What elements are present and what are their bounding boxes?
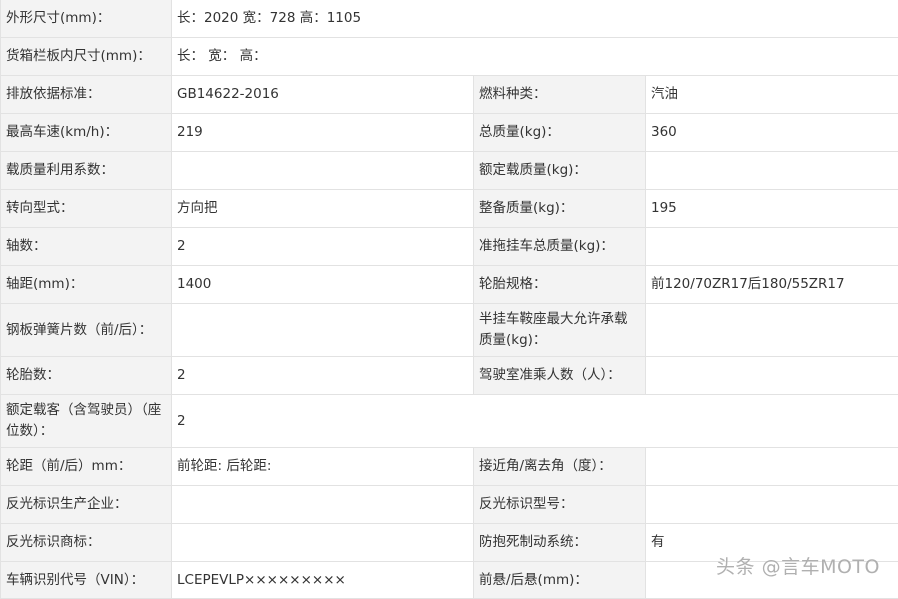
label-cell: 额定载质量(kg)： [473, 151, 646, 190]
value-cell: 195 [644, 189, 898, 228]
label-cell: 反光标识商标： [0, 523, 172, 562]
table-row: 轮距（前/后）mm： 前轮距: 后轮距: 接近角/离去角（度）： [0, 447, 898, 486]
label-cell: 转向型式： [0, 189, 172, 228]
label-cell: 最高车速(km/h)： [0, 113, 172, 152]
table-row: 转向型式： 方向把 整备质量(kg)： 195 [0, 189, 898, 228]
label-cell: 总质量(kg)： [473, 113, 646, 152]
value-cell: 前120/70ZR17后180/55ZR17 [644, 265, 898, 304]
value-cell: 2 [171, 227, 474, 266]
value-cell: 2 [171, 356, 474, 395]
label-cell: 钢板弹簧片数（前/后）： [0, 303, 172, 357]
value-cell [171, 485, 474, 524]
value-cell [644, 303, 898, 357]
value-cell: 长： 宽： 高： [170, 37, 898, 76]
table-row: 载质量利用系数： 额定载质量(kg)： [0, 151, 898, 190]
value-cell: 前轮距: 后轮距: [171, 447, 474, 486]
label-cell: 整备质量(kg)： [473, 189, 646, 228]
value-cell [644, 151, 898, 190]
table-row: 轮胎数： 2 驾驶室准乘人数（人）： [0, 356, 898, 395]
label-cell: 轴距(mm)： [0, 265, 172, 304]
label-cell: 反光标识型号： [473, 485, 646, 524]
table-row: 货箱栏板内尺寸(mm)： 长： 宽： 高： [0, 37, 898, 76]
value-cell [644, 447, 898, 486]
label-cell: 轮距（前/后）mm： [0, 447, 172, 486]
label-cell: 防抱死制动系统： [473, 523, 646, 562]
value-cell [644, 227, 898, 266]
label-cell: 货箱栏板内尺寸(mm)： [0, 37, 172, 76]
label-cell: 额定载客（含驾驶员）（座位数）： [0, 394, 172, 448]
table-row: 外形尺寸(mm)： 长：2020 宽：728 高：1105 [0, 0, 898, 38]
label-cell: 载质量利用系数： [0, 151, 172, 190]
value-cell: 长：2020 宽：728 高：1105 [170, 0, 898, 38]
label-cell: 前悬/后悬(mm)： [473, 561, 646, 599]
label-cell: 轮胎数： [0, 356, 172, 395]
value-cell: 360 [644, 113, 898, 152]
value-cell: 219 [171, 113, 474, 152]
value-cell: LCEPEVLP××××××××× [171, 561, 474, 599]
table-row: 排放依据标准： GB14622-2016 燃料种类： 汽油 [0, 75, 898, 114]
value-cell: GB14622-2016 [171, 75, 474, 114]
table-row: 反光标识生产企业： 反光标识型号： [0, 485, 898, 524]
table-row: 最高车速(km/h)： 219 总质量(kg)： 360 [0, 113, 898, 152]
value-cell [644, 356, 898, 395]
label-cell: 车辆识别代号（VIN）： [0, 561, 172, 599]
label-cell: 反光标识生产企业： [0, 485, 172, 524]
label-cell: 轴数： [0, 227, 172, 266]
label-cell: 准拖挂车总质量(kg)： [473, 227, 646, 266]
label-cell: 排放依据标准： [0, 75, 172, 114]
value-cell: 2 [170, 394, 898, 448]
label-cell: 轮胎规格： [473, 265, 646, 304]
value-cell [171, 523, 474, 562]
label-cell: 半挂车鞍座最大允许承载质量(kg)： [473, 303, 646, 357]
label-cell: 接近角/离去角（度）： [473, 447, 646, 486]
value-cell: 1400 [171, 265, 474, 304]
label-cell: 外形尺寸(mm)： [0, 0, 172, 38]
value-cell [644, 485, 898, 524]
value-cell [171, 151, 474, 190]
watermark: 头条 @言车MOTO [716, 556, 880, 578]
table-row: 钢板弹簧片数（前/后）： 半挂车鞍座最大允许承载质量(kg)： [0, 303, 898, 357]
value-cell: 汽油 [644, 75, 898, 114]
label-cell: 驾驶室准乘人数（人）： [473, 356, 646, 395]
spec-table: 外形尺寸(mm)： 长：2020 宽：728 高：1105 货箱栏板内尺寸(mm… [0, 0, 898, 599]
value-cell [171, 303, 474, 357]
table-row: 轴距(mm)： 1400 轮胎规格： 前120/70ZR17后180/55ZR1… [0, 265, 898, 304]
label-cell: 燃料种类： [473, 75, 646, 114]
table-row: 额定载客（含驾驶员）（座位数）： 2 [0, 394, 898, 448]
value-cell: 方向把 [171, 189, 474, 228]
table-row: 轴数： 2 准拖挂车总质量(kg)： [0, 227, 898, 266]
